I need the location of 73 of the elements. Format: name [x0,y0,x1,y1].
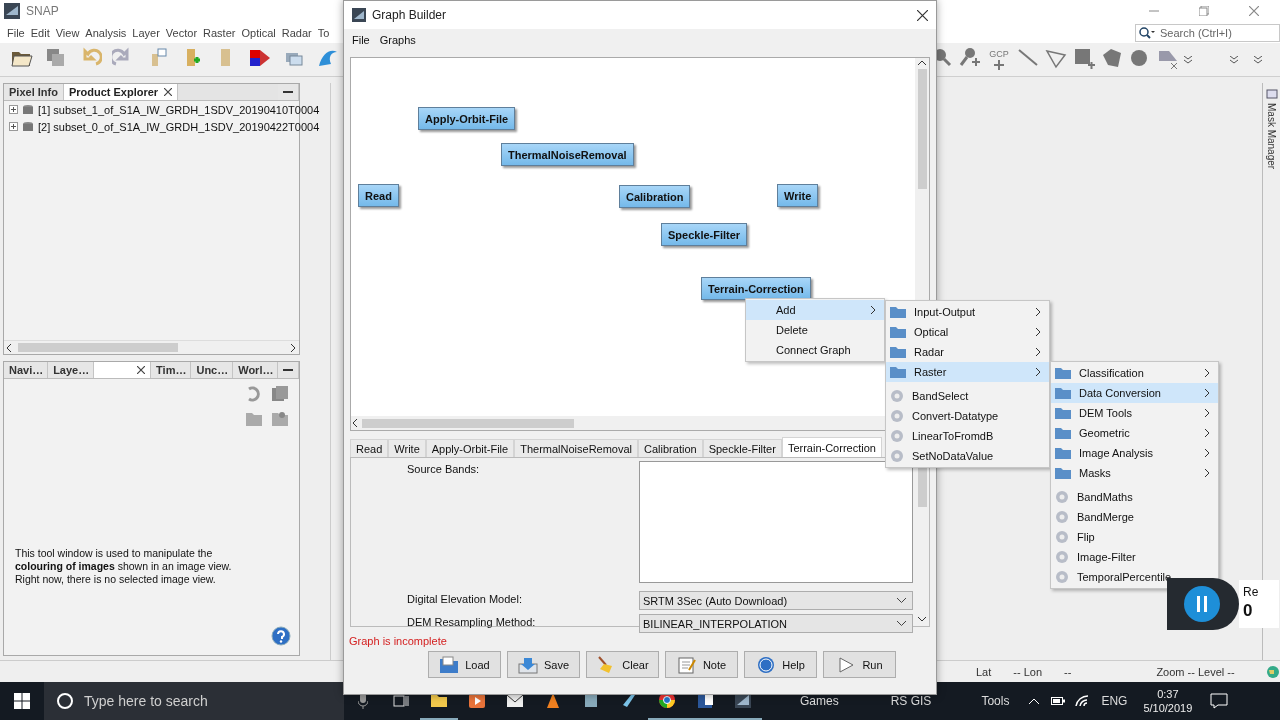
operator-tab[interactable]: ThermalNoiseRemoval [514,439,639,457]
graph-node[interactable]: Write [777,184,819,207]
window-title: SNAP [26,4,59,18]
dialog-button[interactable]: Load [428,651,501,678]
menu-item[interactable]: Delete [746,320,884,340]
taskbar-toolbar[interactable]: RS GIS [890,694,932,708]
menu-item[interactable]: Vector [162,26,201,39]
operator-tab[interactable]: Terrain-Correction [781,437,882,457]
menu-item[interactable]: File [348,34,374,46]
field-label: Digital Elevation Model: [407,592,523,607]
graph-node[interactable]: Speckle-Filter [661,223,748,246]
menu-item[interactable]: Edit [27,26,53,39]
graph-node[interactable]: ThermalNoiseRemoval [501,143,634,166]
dialog-button[interactable]: Help [744,651,817,678]
tree-item[interactable]: [2] subset_0_of_S1A_IW_GRDH_1SDV_20190422T0004 [38,120,320,133]
menu-item[interactable]: View [52,26,83,39]
graph-node[interactable]: Read [358,184,399,207]
menu-item[interactable]: Raster [200,26,239,39]
taskbar-search-field[interactable]: Type here to search [44,682,344,720]
language-indicator[interactable]: ENG [1101,694,1128,708]
dropdown[interactable]: SRTM 3Sec (Auto Download) [639,591,913,610]
search-field[interactable]: Search (Ctrl+I) [1135,23,1280,42]
dialog-button[interactable]: Note [665,651,738,678]
menu-item[interactable]: Masks [1051,463,1218,483]
menu-item[interactable]: SetNoDataValue [886,446,1049,466]
dialog-button[interactable]: Run [823,651,896,678]
status-text: -- [1064,665,1072,678]
operator-tab[interactable]: Speckle-Filter [702,439,782,457]
menu-item[interactable]: Analysis [82,26,130,39]
recorder-count: 0 [1243,601,1253,621]
status-message: Graph is incomplete [349,635,448,647]
operator-tab[interactable]: Calibration [638,439,703,457]
taskbar-clock[interactable]: 0:37 5/10/2019 [1143,687,1193,715]
menu-item[interactable]: Geometric [1051,423,1218,443]
help-text: This tool window is used to manipulate the colouring of images shown in an image view. Right now, there is no selected image view. [15,547,233,586]
menu-item[interactable]: Data Conversion [1051,383,1218,403]
menu-item[interactable]: Flip [1051,527,1218,547]
menu-item[interactable]: Add [746,300,884,320]
taskbar-toolbar[interactable]: Tools [981,694,1010,708]
menu-item[interactable]: Raster [886,362,1049,382]
dialog-button[interactable]: Clear [586,651,659,678]
menu-item[interactable]: File [4,26,28,39]
graph-node[interactable]: Apply-Orbit-File [418,107,516,130]
menu-item[interactable]: Graphs [375,34,420,46]
menu-item[interactable]: Classification [1051,363,1218,383]
status-text: Lat [976,665,992,678]
status-text: -- Lon [1013,665,1043,678]
field-label: Source Bands: [407,462,481,477]
menu-item[interactable]: Connect Graph [746,340,884,360]
status-text: Zoom -- Level -- [1156,665,1235,678]
menu-item[interactable]: DEM Tools [1051,403,1218,423]
menu-item[interactable]: Image Analysis [1051,443,1218,463]
recorder-label: Re [1243,585,1259,599]
side-tab[interactable]: Mask Manager [1266,103,1277,170]
field-label: DEM Resampling Method: [407,615,537,630]
operator-tab[interactable]: Write [388,439,426,457]
dropdown[interactable]: BILINEAR_INTERPOLATION [639,614,913,633]
menu-item[interactable]: BandMerge [1051,507,1218,527]
menu-item[interactable]: Layer [129,26,163,39]
operator-tab[interactable]: Read [350,439,389,457]
dialog-button[interactable]: Save [507,651,580,678]
window-title: Graph Builder [372,8,447,22]
operator-tab[interactable]: Apply-Orbit-File [425,439,515,457]
menu-item[interactable]: Optical [238,26,279,39]
menu-item[interactable]: Radar [278,26,315,39]
tree-item[interactable]: [1] subset_1_of_S1A_IW_GRDH_1SDV_20190410T0004 [38,103,320,116]
graph-node[interactable]: Terrain-Correction [701,277,811,300]
graph-node[interactable]: Calibration [619,185,691,208]
taskbar-toolbar[interactable]: Games [800,694,839,708]
panel-tab[interactable]: Product Explorer [63,84,179,100]
menu-item[interactable]: BandMaths [1051,487,1218,507]
menu-item[interactable]: To [314,26,333,39]
menu-item[interactable]: Image-Filter [1051,547,1218,567]
